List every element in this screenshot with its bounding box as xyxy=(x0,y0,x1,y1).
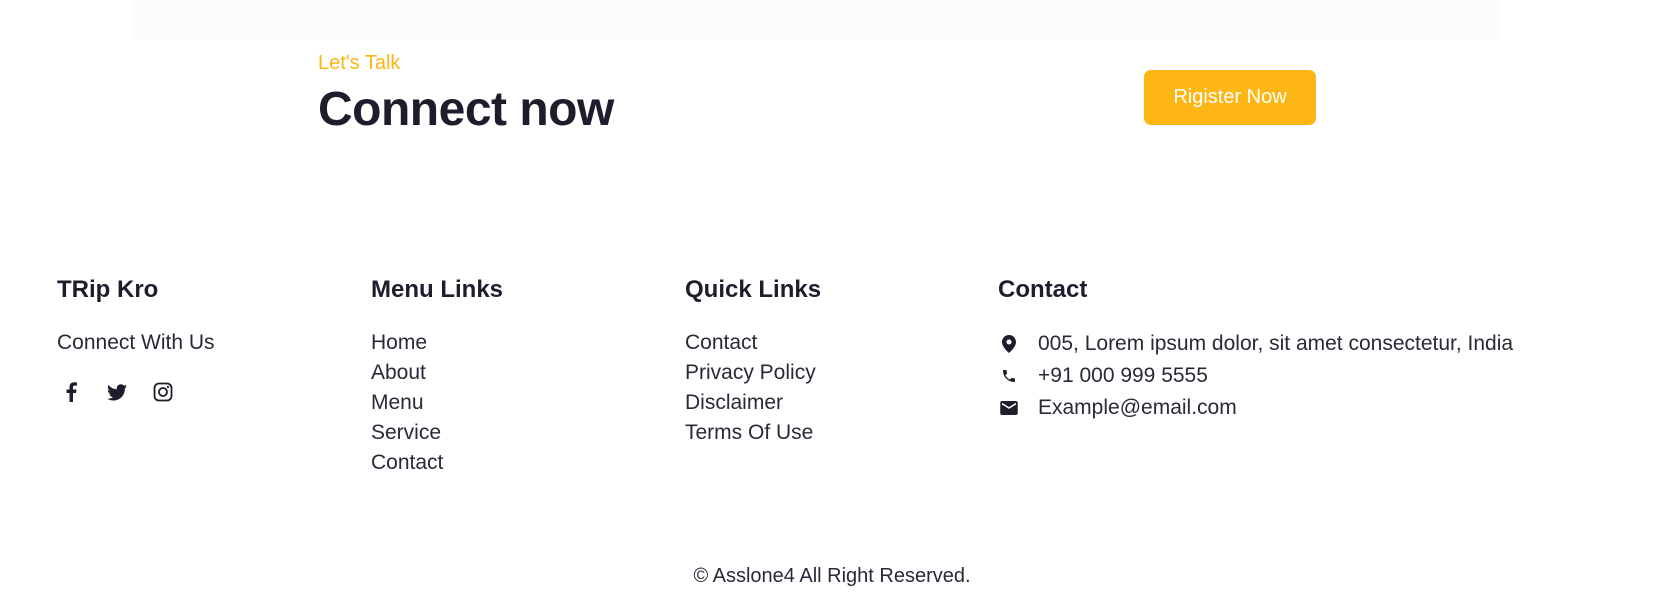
menu-link-menu[interactable]: Menu xyxy=(371,388,503,418)
menu-link-contact[interactable]: Contact xyxy=(371,448,503,478)
quick-link-terms-of-use[interactable]: Terms Of Use xyxy=(685,418,821,448)
menu-link-home[interactable]: Home xyxy=(371,328,503,358)
social-links xyxy=(57,382,215,402)
menu-link-menu-text[interactable]: Menu xyxy=(371,391,424,414)
contact-address-row: 005, Lorem ipsum dolor, sit amet consect… xyxy=(998,328,1513,360)
menu-links-title: Menu Links xyxy=(371,276,504,303)
brand-tagline: Connect With Us xyxy=(57,331,215,354)
brand-title: TRip Kro xyxy=(57,276,159,303)
contact-phone-row: +91 000 999 5555 xyxy=(998,360,1513,392)
copyright-text: © Asslone4 All Right Reserved. xyxy=(693,565,971,587)
twitter-icon[interactable] xyxy=(107,382,127,402)
contact-email-row: Example@email.com xyxy=(998,392,1513,424)
facebook-icon[interactable] xyxy=(61,382,81,402)
top-band xyxy=(130,0,1500,40)
footer-quick-links-column: Quick Links Contact Privacy Policy Discl… xyxy=(685,272,821,448)
footer-contact-column: Contact 005, Lorem ipsum dolor, sit amet… xyxy=(998,272,1513,424)
phone-icon xyxy=(998,368,1020,384)
location-pin-icon xyxy=(998,335,1020,353)
menu-link-about-text[interactable]: About xyxy=(371,361,426,384)
quick-link-privacy-policy-text[interactable]: Privacy Policy xyxy=(685,361,816,384)
register-now-button[interactable]: Rigister Now xyxy=(1144,70,1316,125)
contact-title: Contact xyxy=(998,276,1088,303)
menu-link-service[interactable]: Service xyxy=(371,418,503,448)
cta-title: Connect now xyxy=(318,83,614,136)
footer-menu-links-column: Menu Links Home About Menu Service Conta… xyxy=(371,272,503,478)
quick-link-disclaimer-text[interactable]: Disclaimer xyxy=(685,391,783,414)
quick-links-title: Quick Links xyxy=(685,276,822,303)
quick-link-contact-text[interactable]: Contact xyxy=(685,331,757,354)
footer-brand-column: TRip Kro Connect With Us xyxy=(57,272,215,402)
menu-link-contact-text[interactable]: Contact xyxy=(371,451,443,474)
quick-links-list: Contact Privacy Policy Disclaimer Terms … xyxy=(685,328,821,448)
menu-links-list: Home About Menu Service Contact xyxy=(371,328,503,478)
contact-address: 005, Lorem ipsum dolor, sit amet consect… xyxy=(1038,332,1514,355)
mail-icon xyxy=(998,401,1020,415)
quick-link-disclaimer[interactable]: Disclaimer xyxy=(685,388,821,418)
menu-link-about[interactable]: About xyxy=(371,358,503,388)
menu-link-service-text[interactable]: Service xyxy=(371,421,441,444)
instagram-icon[interactable] xyxy=(153,382,173,402)
quick-link-terms-of-use-text[interactable]: Terms Of Use xyxy=(685,421,813,444)
quick-link-contact[interactable]: Contact xyxy=(685,328,821,358)
menu-link-home-text[interactable]: Home xyxy=(371,331,427,354)
quick-link-privacy-policy[interactable]: Privacy Policy xyxy=(685,358,821,388)
contact-email[interactable]: Example@email.com xyxy=(1038,396,1237,420)
contact-phone[interactable]: +91 000 999 5555 xyxy=(1038,364,1208,388)
cta-eyebrow: Let's Talk xyxy=(318,52,401,74)
